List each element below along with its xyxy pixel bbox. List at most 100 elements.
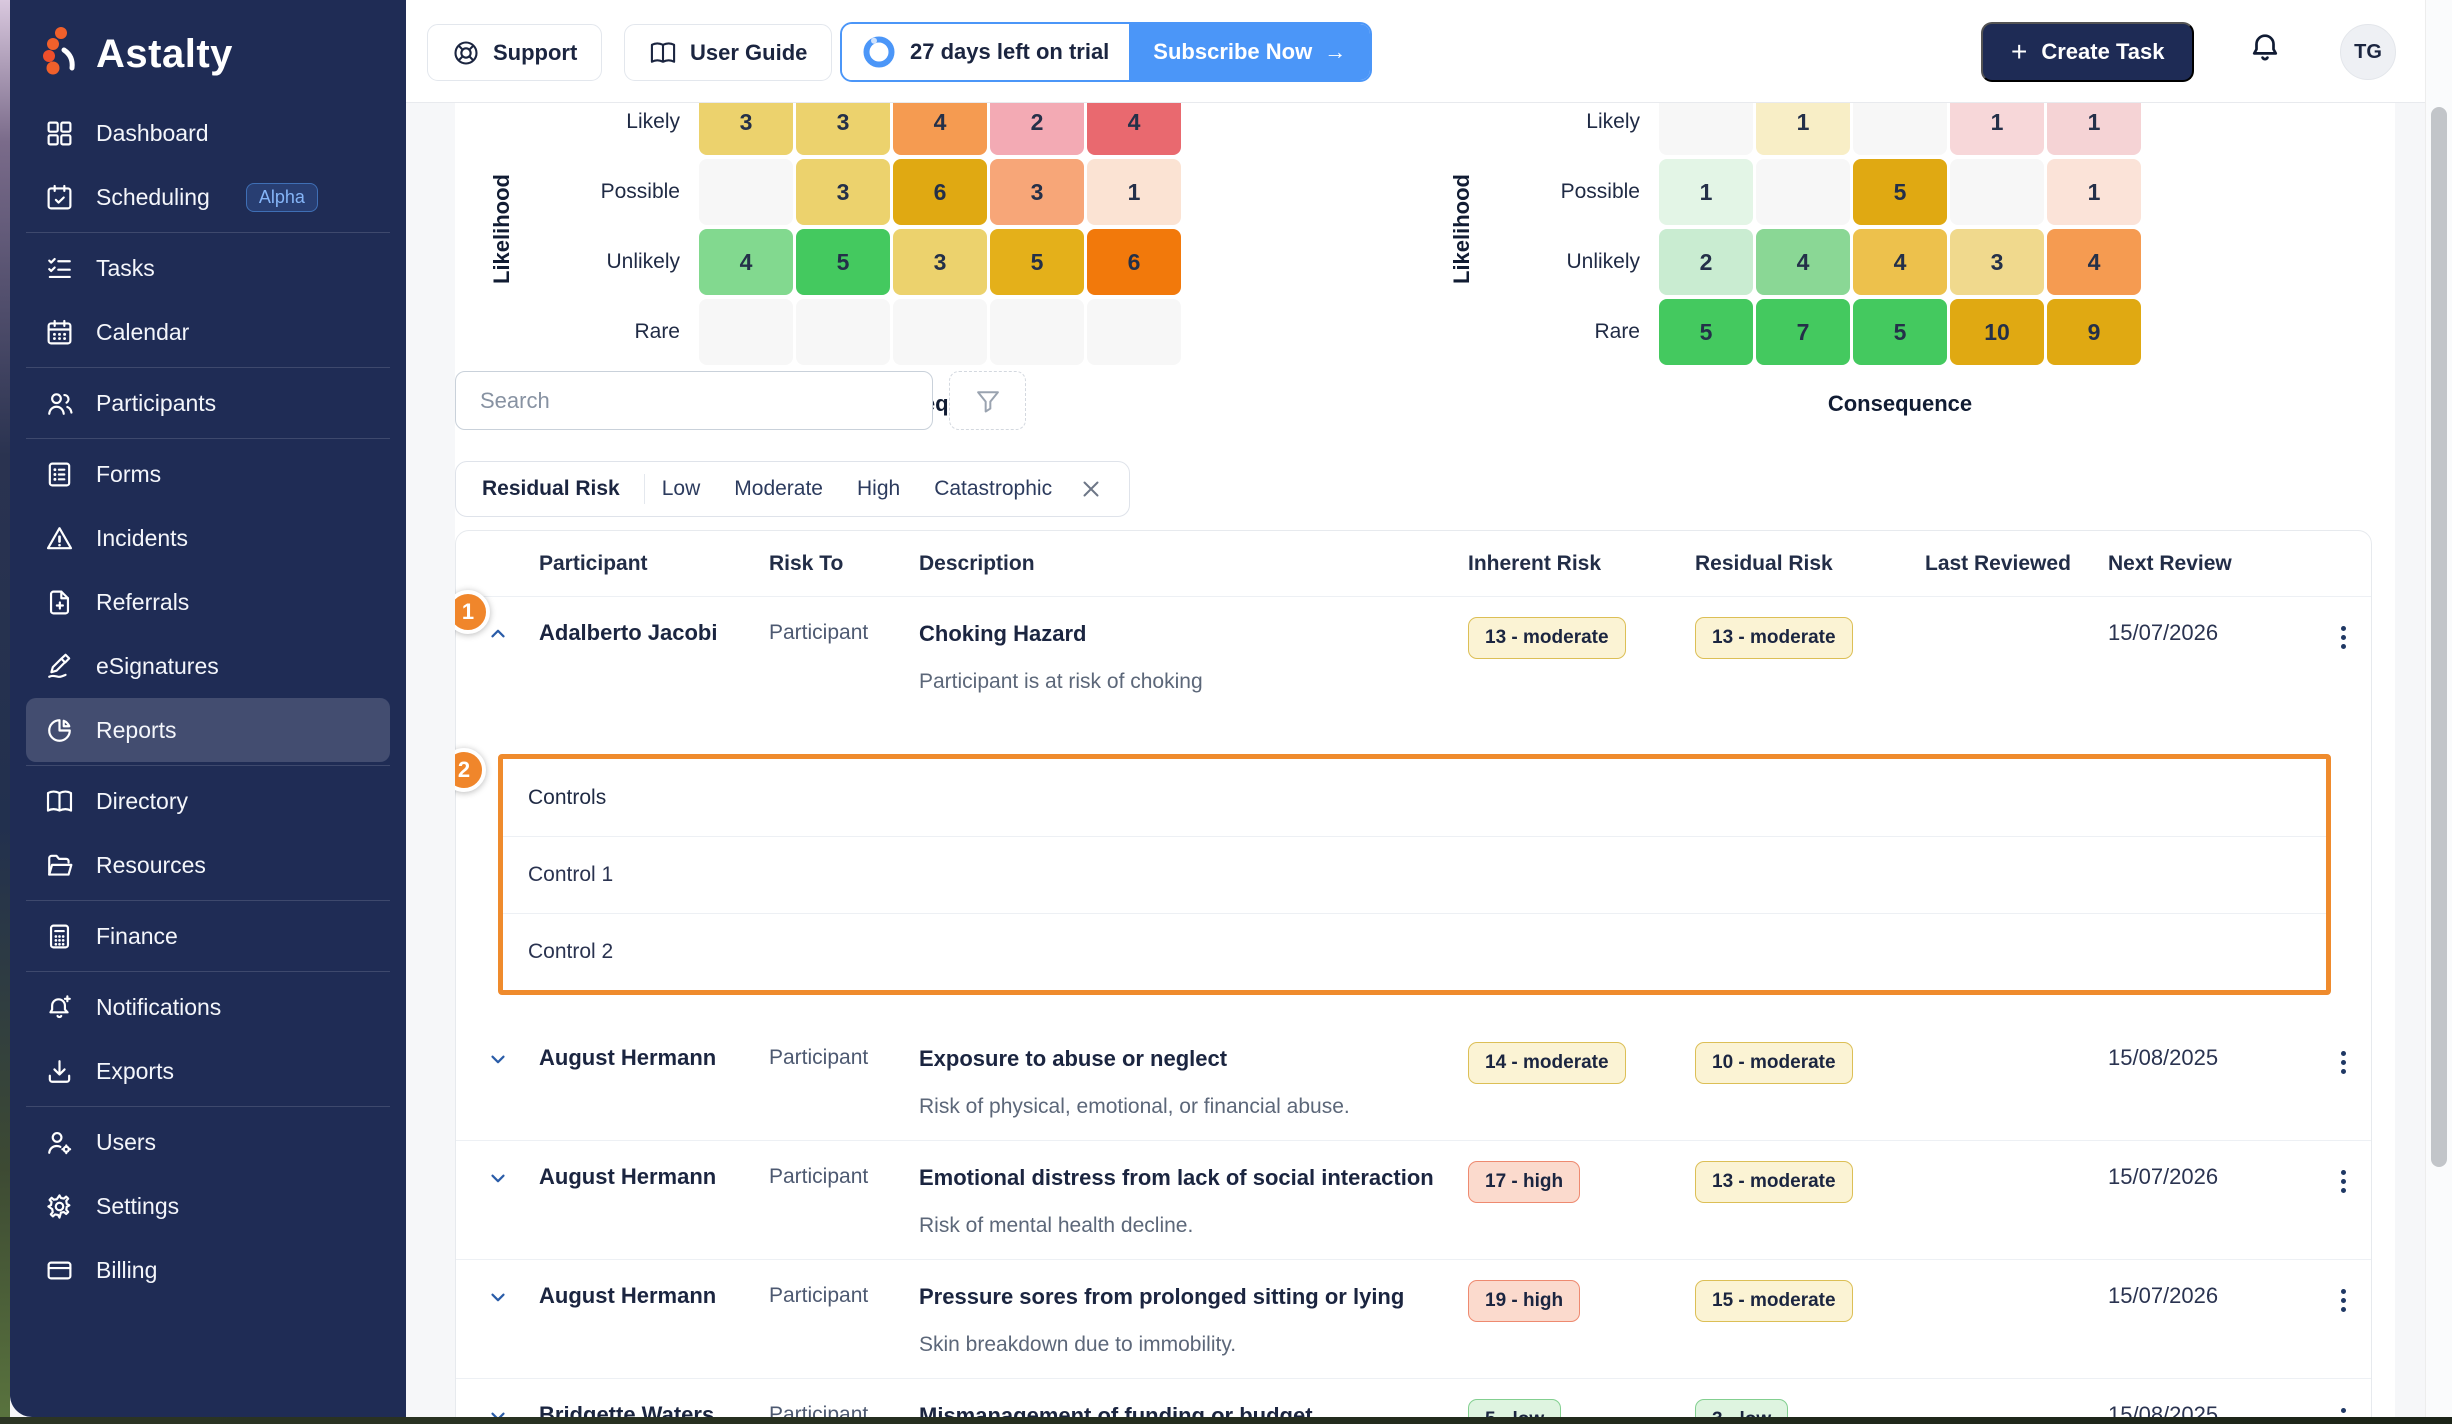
settings-icon [44,1191,74,1221]
matrix-cell[interactable] [699,299,793,365]
matrix-cell[interactable]: 1 [2047,103,2141,155]
matrix-cell[interactable]: 10 [1950,299,2044,365]
incidents-icon [44,523,74,553]
filter-option-low[interactable]: Low [645,477,718,501]
matrix-cell[interactable]: 5 [796,229,890,295]
matrix-cell[interactable]: 6 [1087,229,1181,295]
matrix-cell[interactable]: 4 [699,229,793,295]
table-row[interactable]: August HermannParticipantExposure to abu… [456,1022,2371,1140]
matrix-cell[interactable]: 3 [1950,229,2044,295]
control-item[interactable]: Control 2 [503,913,2326,990]
participant-name: August Hermann [539,1042,769,1074]
create-task-button[interactable]: + Create Task [1981,22,2194,82]
kebab-menu-icon[interactable] [2316,1161,2371,1193]
sidebar-item-referrals[interactable]: Referrals [26,570,390,634]
filter-option-moderate[interactable]: Moderate [717,477,840,501]
kebab-menu-icon[interactable] [2316,1280,2371,1312]
support-button[interactable]: Support [427,24,602,81]
inherent-risk-cell: 19 - high [1468,1280,1695,1322]
table-row[interactable]: Adalberto JacobiParticipantChoking Hazar… [456,597,2371,715]
sidebar-item-directory[interactable]: Directory [26,769,390,833]
matrix-cell[interactable]: 4 [1087,103,1181,155]
scrollbar-thumb[interactable] [2431,107,2447,1167]
clear-filter-icon[interactable] [1079,477,1103,501]
matrix-cell[interactable]: 1 [1659,159,1753,225]
search-input[interactable] [455,371,933,430]
sidebar-item-dashboard[interactable]: Dashboard [26,101,390,165]
matrix-cell[interactable]: 4 [1756,229,1850,295]
sidebar-item-exports[interactable]: Exports [26,1039,390,1103]
sidebar-item-scheduling[interactable]: SchedulingAlpha [26,165,390,229]
matrix-cell[interactable] [699,159,793,225]
filter-button[interactable] [949,371,1026,430]
filter-option-catastrophic[interactable]: Catastrophic [917,477,1069,501]
matrix-cell[interactable]: 3 [796,159,890,225]
matrix-cell[interactable] [796,299,890,365]
matrix-cell[interactable]: 1 [2047,159,2141,225]
filter-option-high[interactable]: High [840,477,917,501]
table-row[interactable]: August HermannParticipantPressure sores … [456,1259,2371,1378]
sidebar-item-forms[interactable]: Forms [26,442,390,506]
user-avatar[interactable]: TG [2340,24,2396,80]
matrix-cell[interactable]: 9 [2047,299,2141,365]
sidebar-item-finance[interactable]: Finance [26,904,390,968]
sidebar-item-esignatures[interactable]: eSignatures [26,634,390,698]
logo-wordmark: Astalty [96,32,233,77]
sidebar: Astalty DashboardSchedulingAlpha TasksCal… [10,0,406,1417]
matrix-cell[interactable]: 5 [1853,299,1947,365]
logo[interactable]: Astalty [10,0,406,101]
matrix-ylabel: Likelihood [1449,174,1475,284]
control-item[interactable]: Control 1 [503,836,2326,913]
user-guide-button[interactable]: User Guide [624,24,832,81]
matrix-cell[interactable]: 3 [990,159,1084,225]
sidebar-item-participants[interactable]: Participants [26,371,390,435]
matrix-cell[interactable]: 3 [699,103,793,155]
chevron-down-icon[interactable] [456,1042,539,1070]
inherent-risk-badge: 14 - moderate [1468,1042,1626,1084]
matrix-cell[interactable]: 4 [2047,229,2141,295]
sidebar-item-label: Exports [96,1058,174,1085]
matrix-cell[interactable] [893,299,987,365]
sidebar-item-tasks[interactable]: Tasks [26,236,390,300]
matrix-cell[interactable] [990,299,1084,365]
matrix-cell[interactable]: 1 [1950,103,2044,155]
sidebar-item-billing[interactable]: Billing [26,1238,390,1302]
chevron-down-icon[interactable] [456,1280,539,1308]
matrix-cell[interactable]: 5 [990,229,1084,295]
filter-group-label: Residual Risk [482,477,644,501]
sidebar-item-users[interactable]: Users [26,1110,390,1174]
matrix-cell[interactable]: 4 [1853,229,1947,295]
matrix-cell[interactable]: 2 [990,103,1084,155]
matrix-cell[interactable]: 7 [1756,299,1850,365]
matrix-cell[interactable] [1950,159,2044,225]
matrix-cell[interactable]: 2 [1659,229,1753,295]
notifications-bell-icon[interactable] [2248,30,2292,74]
matrix-cell[interactable]: 3 [893,229,987,295]
sidebar-item-notifications[interactable]: Notifications [26,975,390,1039]
chevron-down-icon[interactable] [456,1161,539,1189]
matrix-cell[interactable]: 4 [893,103,987,155]
subscribe-now-button[interactable]: Subscribe Now → [1129,24,1370,80]
matrix-cell[interactable]: 1 [1756,103,1850,155]
notifications-icon [44,992,74,1022]
kebab-menu-icon[interactable] [2316,617,2371,649]
matrix-cell[interactable]: 1 [1087,159,1181,225]
sidebar-item-resources[interactable]: Resources [26,833,390,897]
matrix-cell[interactable]: 6 [893,159,987,225]
matrix-cell[interactable] [1756,159,1850,225]
sidebar-item-calendar[interactable]: Calendar [26,300,390,364]
table-row[interactable]: August HermannParticipantEmotional distr… [456,1140,2371,1259]
exports-icon [44,1056,74,1086]
matrix-cell[interactable]: 3 [796,103,890,155]
sidebar-item-settings[interactable]: Settings [26,1174,390,1238]
matrix-row-label: Likely [500,103,696,155]
matrix-cell[interactable] [1659,103,1753,155]
matrix-cell[interactable] [1853,103,1947,155]
sidebar-item-incidents[interactable]: Incidents [26,506,390,570]
matrix-cell[interactable]: 5 [1659,299,1753,365]
matrix-cell[interactable] [1087,299,1181,365]
sidebar-item-reports[interactable]: Reports [26,698,390,762]
kebab-menu-icon[interactable] [2316,1042,2371,1074]
next-review-value: 15/07/2026 [2108,1161,2316,1193]
matrix-cell[interactable]: 5 [1853,159,1947,225]
